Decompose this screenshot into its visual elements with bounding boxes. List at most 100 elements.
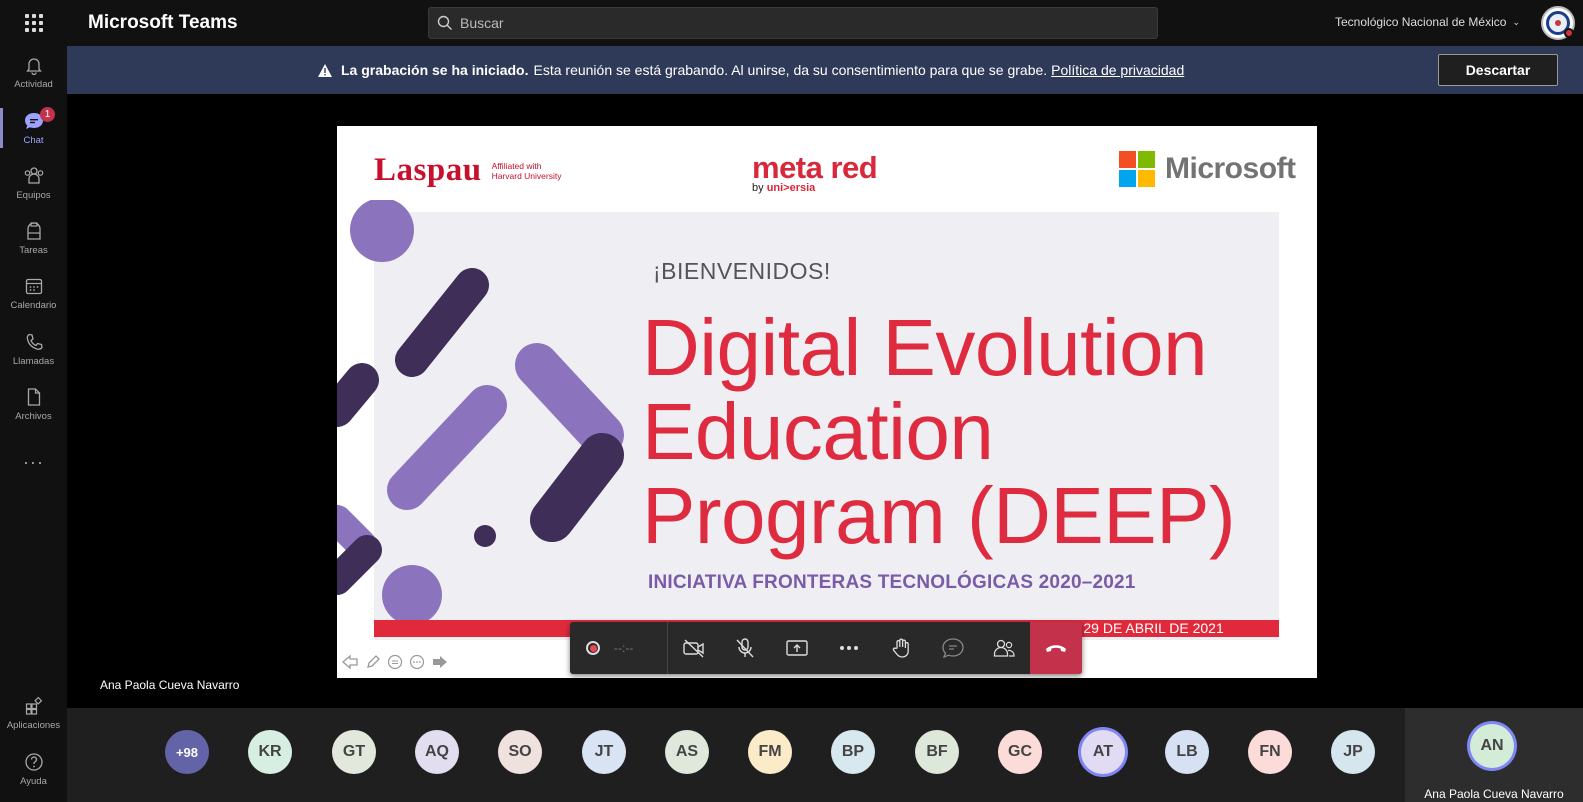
presenter-name: Ana Paola Cueva Navarro — [100, 678, 240, 692]
participant-avatar[interactable]: AS — [665, 730, 709, 774]
teams-icon — [24, 166, 43, 184]
subtitles-icon[interactable] — [387, 654, 403, 670]
call-timer: --:-- — [614, 641, 634, 655]
previous-slide-icon[interactable] — [341, 654, 359, 670]
camera-button[interactable] — [668, 622, 720, 674]
participant-avatar[interactable]: GT — [332, 730, 376, 774]
teams-window: Microsoft Teams Tecnológico Nacional de … — [0, 0, 1583, 802]
search-input[interactable] — [460, 15, 1140, 31]
recording-message: La grabación se ha iniciado. Esta reunió… — [317, 62, 1184, 78]
share-icon — [786, 640, 808, 656]
microphone-button[interactable] — [719, 622, 771, 674]
app-launcher-button[interactable] — [0, 0, 67, 46]
microsoft-logo: Microsoft — [1119, 151, 1296, 187]
self-avatar: AN — [1470, 724, 1514, 768]
participant-avatar[interactable]: AQ — [415, 730, 459, 774]
assignments-icon — [26, 221, 41, 240]
rail-item-apps[interactable]: Aplicaciones — [0, 687, 67, 739]
microsoft-squares-icon — [1119, 151, 1155, 187]
dismiss-button[interactable]: Descartar — [1438, 54, 1558, 86]
participant-strip: +98 KR GT AQ SO JT AS FM BP BF GC AT LB FN JP AN Ana P… — [67, 708, 1583, 802]
metared-logo: meta red by uni>ersia — [752, 150, 878, 194]
headline-line: Digital Evolution — [642, 303, 1208, 392]
rail-item-chat[interactable]: Chat 1 — [0, 102, 67, 154]
rail-label: Tareas — [19, 244, 48, 256]
rail-item-calendar[interactable]: Calendario — [0, 267, 67, 319]
self-video-tile[interactable]: AN Ana Paola Cueva Navarro — [1405, 708, 1583, 802]
search-box[interactable] — [428, 7, 1158, 39]
rail-label: Calendario — [10, 299, 57, 311]
recording-title: La grabación se ha iniciado. — [341, 62, 529, 78]
file-icon — [27, 387, 40, 406]
chat-button[interactable] — [927, 622, 979, 674]
share-screen-button[interactable] — [771, 622, 823, 674]
more-actions-button[interactable] — [823, 622, 875, 674]
raise-hand-button[interactable] — [875, 622, 927, 674]
camera-off-icon — [682, 639, 704, 658]
chevron-down-icon: ⌄ — [1512, 16, 1520, 27]
participant-avatar[interactable]: SO — [498, 730, 542, 774]
headline-line: Program (DEEP) — [642, 471, 1236, 560]
more-apps-icon[interactable]: ··· — [0, 452, 67, 473]
rail-item-assignments[interactable]: Tareas — [0, 212, 67, 264]
recording-indicator: --:-- — [570, 622, 668, 674]
app-rail: Actividad Chat 1 Equipos Tareas Calendar… — [0, 46, 67, 802]
recording-banner: La grabación se ha iniciado. Esta reunió… — [67, 46, 1583, 94]
participant-avatar[interactable]: JT — [582, 730, 626, 774]
status-busy-icon — [1564, 28, 1574, 38]
participant-avatar[interactable]: LB — [1165, 730, 1209, 774]
rail-label: Ayuda — [20, 775, 47, 787]
rail-label: Aplicaciones — [6, 719, 61, 731]
slide-navigation — [341, 654, 449, 670]
laspau-affiliation: Affiliated with Harvard University — [492, 161, 562, 181]
calendar-icon — [25, 278, 42, 294]
rail-item-calls[interactable]: Llamadas — [0, 323, 67, 375]
laspau-logo: Laspau Affiliated with Harvard Universit… — [374, 152, 561, 189]
metared-name: meta red — [752, 150, 878, 185]
privacy-policy-link[interactable]: Política de privacidad — [1051, 62, 1184, 78]
hang-up-button[interactable] — [1030, 622, 1083, 674]
participant-avatar[interactable]: JP — [1331, 730, 1375, 774]
waffle-icon — [24, 14, 43, 32]
people-icon — [994, 639, 1015, 657]
call-controls: --:-- — [570, 622, 1083, 674]
affiliation-line: Harvard University — [491, 170, 562, 181]
slide-initiative: INICIATIVA FRONTERAS TECNOLÓGICAS 2020–2… — [648, 572, 1136, 593]
byline-by: by — [752, 182, 764, 194]
ellipsis-icon — [839, 646, 858, 650]
pen-icon[interactable] — [365, 654, 381, 670]
recording-text: Esta reunión se está grabando. Al unirse… — [533, 62, 1048, 78]
affiliation-line: Affiliated with — [491, 160, 542, 171]
rail-label: Archivos — [15, 410, 52, 422]
laspau-name: Laspau — [374, 152, 482, 188]
app-title: Microsoft Teams — [88, 12, 238, 33]
decorative-shapes — [337, 200, 624, 625]
slide-headline: Digital Evolution Education Program (DEE… — [642, 303, 1236, 560]
apps-icon — [25, 696, 42, 715]
microphone-off-icon — [736, 638, 754, 658]
participant-avatar[interactable]: KR — [248, 730, 292, 774]
participant-avatar[interactable]: GC — [998, 730, 1042, 774]
rail-label: Chat — [23, 134, 44, 146]
rail-item-activity[interactable]: Actividad — [0, 46, 67, 98]
hang-up-icon — [1046, 645, 1067, 652]
phone-icon — [26, 333, 43, 350]
shared-slide: Laspau Affiliated with Harvard Universit… — [337, 126, 1317, 678]
rail-item-files[interactable]: Archivos — [0, 378, 67, 430]
more-options-icon[interactable] — [409, 654, 425, 670]
microsoft-name: Microsoft — [1165, 152, 1296, 185]
participants-button[interactable] — [978, 622, 1030, 674]
more-participants-button[interactable]: +98 — [165, 730, 209, 774]
participant-avatar[interactable]: FN — [1248, 730, 1292, 774]
participant-avatar[interactable]: BF — [915, 730, 959, 774]
bell-icon — [25, 57, 42, 75]
help-icon — [24, 752, 43, 771]
participant-avatar[interactable]: BP — [831, 730, 875, 774]
universia-name: uni>ersia — [766, 182, 816, 194]
rail-item-teams[interactable]: Equipos — [0, 157, 67, 209]
org-switcher[interactable]: Tecnológico Nacional de México ⌄ — [1335, 15, 1520, 29]
participant-avatar[interactable]: FM — [748, 730, 792, 774]
participant-avatar[interactable]: AT — [1081, 730, 1125, 774]
rail-item-help[interactable]: Ayuda — [0, 743, 67, 795]
next-slide-icon[interactable] — [431, 654, 449, 670]
